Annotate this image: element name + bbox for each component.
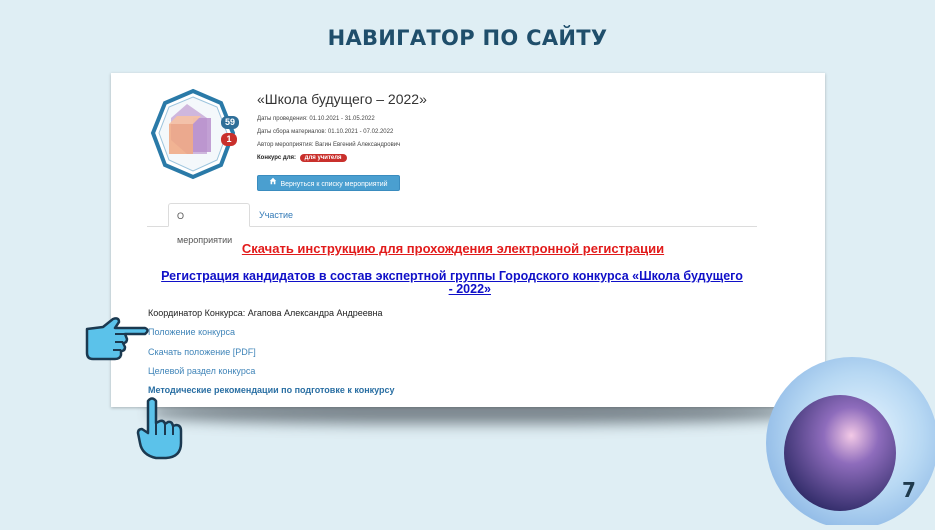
back-to-list-button[interactable]: Вернуться к списку мероприятий [257,175,400,191]
event-title: «Школа будущего – 2022» [257,91,427,107]
event-dates-held: Даты проведения: 01.10.2021 - 31.05.2022 [257,116,375,122]
contest-regulations-link[interactable]: Положение конкурса [148,327,235,337]
tab-participation[interactable]: Участие [251,203,301,227]
contest-for-row: Конкурс для: для учителя [257,154,347,162]
back-to-list-label: Вернуться к списку мероприятий [280,180,388,188]
event-author: Автор мероприятия: Вагин Евгений Алексан… [257,142,401,148]
methodical-recommendations-link[interactable]: Методические рекомендации по подготовке … [148,385,395,395]
website-screenshot-card: 59 1 «Школа будущего – 2022» Даты провед… [111,73,825,407]
download-instruction-link[interactable]: Скачать инструкцию для прохождения элект… [111,241,795,256]
contest-for-label: Конкурс для: [257,155,296,161]
page-number: 7 [902,478,916,502]
event-badge-icon: 59 1 [147,88,239,188]
coordinator-text: Координатор Конкурса: Агапова Александра… [148,308,383,318]
pointing-hand-up-icon [134,395,188,466]
badge-count-blue: 59 [224,117,235,127]
contest-for-tag: для учителя [299,154,347,162]
target-section-link[interactable]: Целевой раздел конкурса [148,366,255,376]
download-regulations-pdf-link[interactable]: Скачать положение [PDF] [148,347,256,357]
expert-registration-line2: - 2022» [448,282,491,296]
badge-count-red: 1 [226,134,232,144]
event-dates-collect: Даты сбора материалов: 01.10.2021 - 07.0… [257,129,394,135]
pointing-hand-right-icon [83,313,151,368]
expert-registration-link[interactable]: Регистрация кандидатов в состав экспертн… [147,270,757,296]
home-icon [269,176,277,192]
slide-title: НАВИГАТОР ПО САЙТУ [327,26,608,50]
tab-about[interactable]: О мероприятии [168,203,250,245]
